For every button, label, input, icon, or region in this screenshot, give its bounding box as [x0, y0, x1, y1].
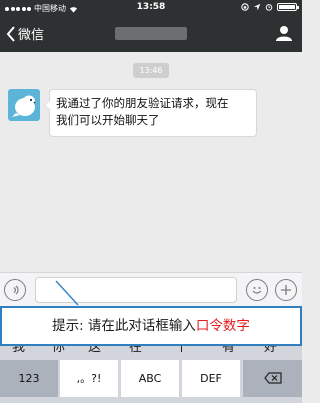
candidate-item[interactable]: 我	[12, 346, 25, 354]
backspace-key[interactable]	[243, 360, 302, 397]
candidate-item[interactable]: 在	[129, 346, 142, 354]
emoji-button[interactable]	[246, 279, 268, 301]
hint-banner: 提示: 请在此对话框输入口令数字	[0, 306, 302, 346]
avatar[interactable]	[8, 89, 40, 121]
hint-text: 提示: 请在此对话框输入	[52, 318, 196, 334]
battery-icon	[277, 3, 299, 11]
chevron-left-icon	[6, 25, 15, 42]
def-key[interactable]: DEF	[182, 360, 240, 397]
message-text-line1: 我通过了你的朋友验证请求，现在	[56, 96, 229, 110]
emoji-icon	[252, 287, 262, 294]
back-label: 微信	[18, 28, 45, 43]
punctuation-key[interactable]: ,。?!	[60, 360, 118, 397]
hint-highlight: 口令数字	[195, 318, 250, 334]
pointer-line	[55, 280, 79, 306]
voice-icon	[11, 285, 19, 295]
input-bar	[0, 272, 302, 306]
status-bar: 中国移动 13:58	[0, 0, 302, 16]
backspace-icon	[263, 372, 282, 384]
profile-icon[interactable]	[276, 25, 292, 41]
keyboard: 123 ,。?! ABC DEF	[0, 358, 302, 403]
voice-input-button[interactable]	[4, 279, 26, 301]
alarm-icon	[265, 4, 273, 11]
more-options-button[interactable]	[275, 279, 297, 301]
abc-key[interactable]: ABC	[121, 360, 179, 397]
nav-bar: 微信	[0, 16, 302, 52]
message-text-line2: 我们可以开始聊天了	[56, 113, 160, 127]
rotation-lock-icon	[241, 3, 249, 11]
numbers-key[interactable]: 123	[0, 360, 58, 397]
candidate-item[interactable]: 好	[264, 346, 277, 354]
plus-icon	[281, 285, 291, 295]
candidate-item[interactable]: 个	[175, 346, 188, 354]
candidate-bar: 我 你 这 在 个 有 好	[0, 346, 302, 358]
candidate-item[interactable]: 这	[88, 346, 101, 354]
message-timestamp: 13:46	[133, 63, 169, 78]
candidate-item[interactable]: 有	[222, 346, 235, 354]
back-button[interactable]: 微信	[6, 24, 44, 43]
message-bubble[interactable]: 我通过了你的朋友验证请求，现在 我们可以开始聊天了	[44, 89, 257, 137]
seal-avatar-icon	[12, 95, 36, 117]
contact-name-redacted	[115, 27, 187, 40]
location-icon	[253, 3, 261, 11]
candidate-item[interactable]: 你	[52, 346, 65, 354]
